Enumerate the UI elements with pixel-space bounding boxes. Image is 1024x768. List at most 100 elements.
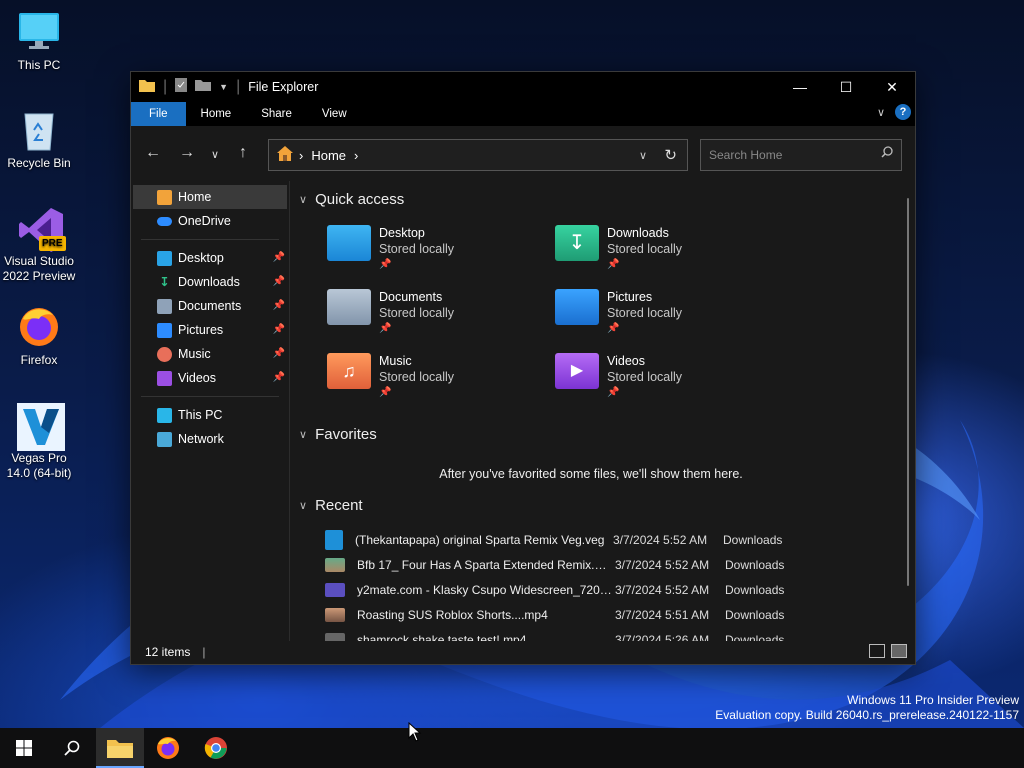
quick-access-music[interactable]: ♫ Music Stored locally 📌 bbox=[327, 353, 527, 409]
desktop-icon-recycle-bin[interactable]: Recycle Bin bbox=[0, 108, 78, 171]
properties-icon[interactable] bbox=[175, 77, 188, 97]
content-pane: ∨ Quick access Desktop Stored locally 📌 ↧ … bbox=[291, 181, 911, 641]
desktop-icon-firefox[interactable]: Firefox bbox=[0, 305, 78, 368]
start-button[interactable] bbox=[0, 728, 48, 768]
minimize-button[interactable]: — bbox=[777, 72, 823, 102]
vegas-pro-icon bbox=[17, 403, 65, 451]
file-name: y2mate.com - Klasky Csupo Widescreen_720… bbox=[357, 583, 615, 597]
tile-sub: Stored locally bbox=[379, 242, 455, 256]
up-button[interactable]: ↑ bbox=[239, 144, 247, 162]
help-icon[interactable]: ? bbox=[895, 104, 911, 120]
sidebar-item-onedrive[interactable]: OneDrive bbox=[131, 209, 289, 233]
new-folder-icon[interactable] bbox=[195, 78, 212, 96]
address-bar[interactable]: › Home › ∨ ↻ bbox=[268, 139, 688, 171]
address-dropdown-icon[interactable]: ∨ bbox=[639, 149, 647, 162]
sidebar-item-videos[interactable]: Videos 📌 bbox=[131, 366, 289, 390]
tab-home[interactable]: Home bbox=[186, 102, 247, 126]
tab-view[interactable]: View bbox=[307, 102, 362, 126]
quick-access-pictures[interactable]: Pictures Stored locally 📌 bbox=[555, 289, 755, 345]
visual-studio-icon: PRE bbox=[17, 206, 66, 252]
taskbar-file-explorer[interactable] bbox=[96, 728, 144, 768]
navigation-pane: Home OneDrive Desktop 📌 ↧ Downloads 📌 Do… bbox=[131, 181, 289, 641]
recent-locations-button[interactable]: ∨ bbox=[211, 148, 219, 161]
vertical-scrollbar[interactable] bbox=[907, 198, 909, 586]
videos-icon bbox=[157, 370, 172, 386]
desktop-icon-this-pc[interactable]: This PC bbox=[0, 10, 78, 73]
navigation-bar: ← → ∨ ↑ › Home › ∨ ↻ Search Home bbox=[131, 126, 915, 180]
search-input[interactable]: Search Home bbox=[700, 139, 902, 171]
sidebar-item-label: Network bbox=[178, 432, 224, 446]
file-location: Downloads bbox=[725, 583, 785, 597]
pin-icon: 📌 bbox=[607, 387, 620, 398]
section-recent[interactable]: ∨ Recent bbox=[299, 497, 363, 514]
refresh-icon[interactable]: ↻ bbox=[664, 146, 677, 164]
firefox-icon bbox=[17, 305, 61, 349]
breadcrumb-home[interactable]: Home bbox=[311, 148, 346, 163]
sidebar-item-downloads[interactable]: ↧ Downloads 📌 bbox=[131, 270, 289, 294]
pin-icon: 📌 bbox=[379, 387, 392, 398]
section-quick-access[interactable]: ∨ Quick access bbox=[299, 191, 404, 208]
section-favorites[interactable]: ∨ Favorites bbox=[299, 426, 377, 443]
taskbar-chrome[interactable] bbox=[192, 728, 240, 768]
close-button[interactable]: ✕ bbox=[869, 72, 915, 102]
chevron-down-icon: ∨ bbox=[299, 500, 308, 512]
search-button[interactable] bbox=[48, 728, 96, 768]
file-name: Bfb 17_ Four Has A Sparta Extended Remix… bbox=[357, 558, 615, 572]
tile-sub: Stored locally bbox=[607, 306, 683, 320]
tab-share[interactable]: Share bbox=[246, 102, 307, 126]
large-icons-view-icon[interactable] bbox=[891, 644, 907, 658]
music-icon bbox=[157, 346, 172, 362]
section-heading: Favorites bbox=[315, 426, 377, 443]
pictures-icon bbox=[157, 322, 172, 338]
sidebar-item-network[interactable]: Network bbox=[131, 427, 289, 451]
taskbar-firefox[interactable] bbox=[144, 728, 192, 768]
video-thumbnail-icon bbox=[325, 608, 345, 622]
mouse-cursor-icon bbox=[408, 722, 422, 742]
sidebar-item-label: Videos bbox=[178, 371, 216, 385]
recent-file-row[interactable]: Bfb 17_ Four Has A Sparta Extended Remix… bbox=[325, 554, 784, 576]
desktop-icon-label: Recycle Bin bbox=[7, 156, 71, 170]
pictures-folder-icon bbox=[555, 289, 599, 325]
recent-file-row[interactable]: y2mate.com - Klasky Csupo Widescreen_720… bbox=[325, 579, 784, 601]
sidebar-item-music[interactable]: Music 📌 bbox=[131, 342, 289, 366]
search-icon bbox=[64, 740, 80, 756]
search-icon bbox=[881, 146, 893, 161]
sidebar-item-this-pc[interactable]: This PC bbox=[131, 403, 289, 427]
sidebar-item-pictures[interactable]: Pictures 📌 bbox=[131, 318, 289, 342]
quick-access-toolbar: | ▼ | bbox=[131, 77, 240, 97]
sidebar-item-label: Downloads bbox=[178, 275, 240, 289]
videos-folder-icon: ▶ bbox=[555, 353, 599, 389]
tile-sub: Stored locally bbox=[379, 370, 455, 384]
details-view-icon[interactable] bbox=[869, 644, 885, 658]
quick-access-downloads[interactable]: ↧ Downloads Stored locally 📌 bbox=[555, 225, 755, 281]
pin-icon: 📌 bbox=[272, 348, 285, 359]
chevron-down-icon[interactable]: ▼ bbox=[219, 82, 228, 92]
download-folder-icon: ↧ bbox=[555, 225, 599, 261]
recent-file-row[interactable]: Roasting SUS Roblox Shorts....mp4 3/7/20… bbox=[325, 604, 784, 626]
ribbon-tabs: File Home Share View ∨ ? bbox=[131, 102, 915, 126]
sidebar-item-desktop[interactable]: Desktop 📌 bbox=[131, 246, 289, 270]
favorites-empty-message: After you've favorited some files, we'll… bbox=[439, 467, 743, 481]
tab-file[interactable]: File bbox=[131, 102, 186, 126]
sidebar-item-documents[interactable]: Documents 📌 bbox=[131, 294, 289, 318]
pin-icon: 📌 bbox=[607, 259, 620, 270]
quick-access-videos[interactable]: ▶ Videos Stored locally 📌 bbox=[555, 353, 755, 409]
back-button[interactable]: ← bbox=[145, 144, 161, 162]
window-title: File Explorer bbox=[248, 80, 319, 94]
file-explorer-window: | ▼ | File Explorer — ☐ ✕ File Home Shar… bbox=[130, 71, 916, 665]
quick-access-documents[interactable]: Documents Stored locally 📌 bbox=[327, 289, 527, 345]
desktop-icon-vegas-pro[interactable]: Vegas Pro 14.0 (64-bit) bbox=[0, 403, 78, 481]
desktop-icon-visual-studio[interactable]: PRE Visual Studio 2022 Preview bbox=[0, 206, 78, 284]
desktop-icon-label: Vegas Pro 14.0 (64-bit) bbox=[6, 451, 72, 480]
forward-button[interactable]: → bbox=[179, 144, 195, 162]
expand-ribbon-icon[interactable]: ∨ bbox=[877, 106, 885, 119]
file-date: 3/7/2024 5:52 AM bbox=[615, 558, 710, 572]
tile-name: Videos bbox=[607, 354, 645, 368]
title-bar[interactable]: | ▼ | File Explorer — ☐ ✕ bbox=[131, 72, 915, 102]
recent-file-row[interactable]: (Thekantapapa) original Sparta Remix Veg… bbox=[325, 529, 782, 551]
quick-access-desktop[interactable]: Desktop Stored locally 📌 bbox=[327, 225, 527, 281]
file-location: Downloads bbox=[725, 558, 785, 572]
sidebar-item-home[interactable]: Home bbox=[133, 185, 287, 209]
maximize-button[interactable]: ☐ bbox=[823, 72, 869, 102]
monitor-icon bbox=[157, 407, 172, 423]
